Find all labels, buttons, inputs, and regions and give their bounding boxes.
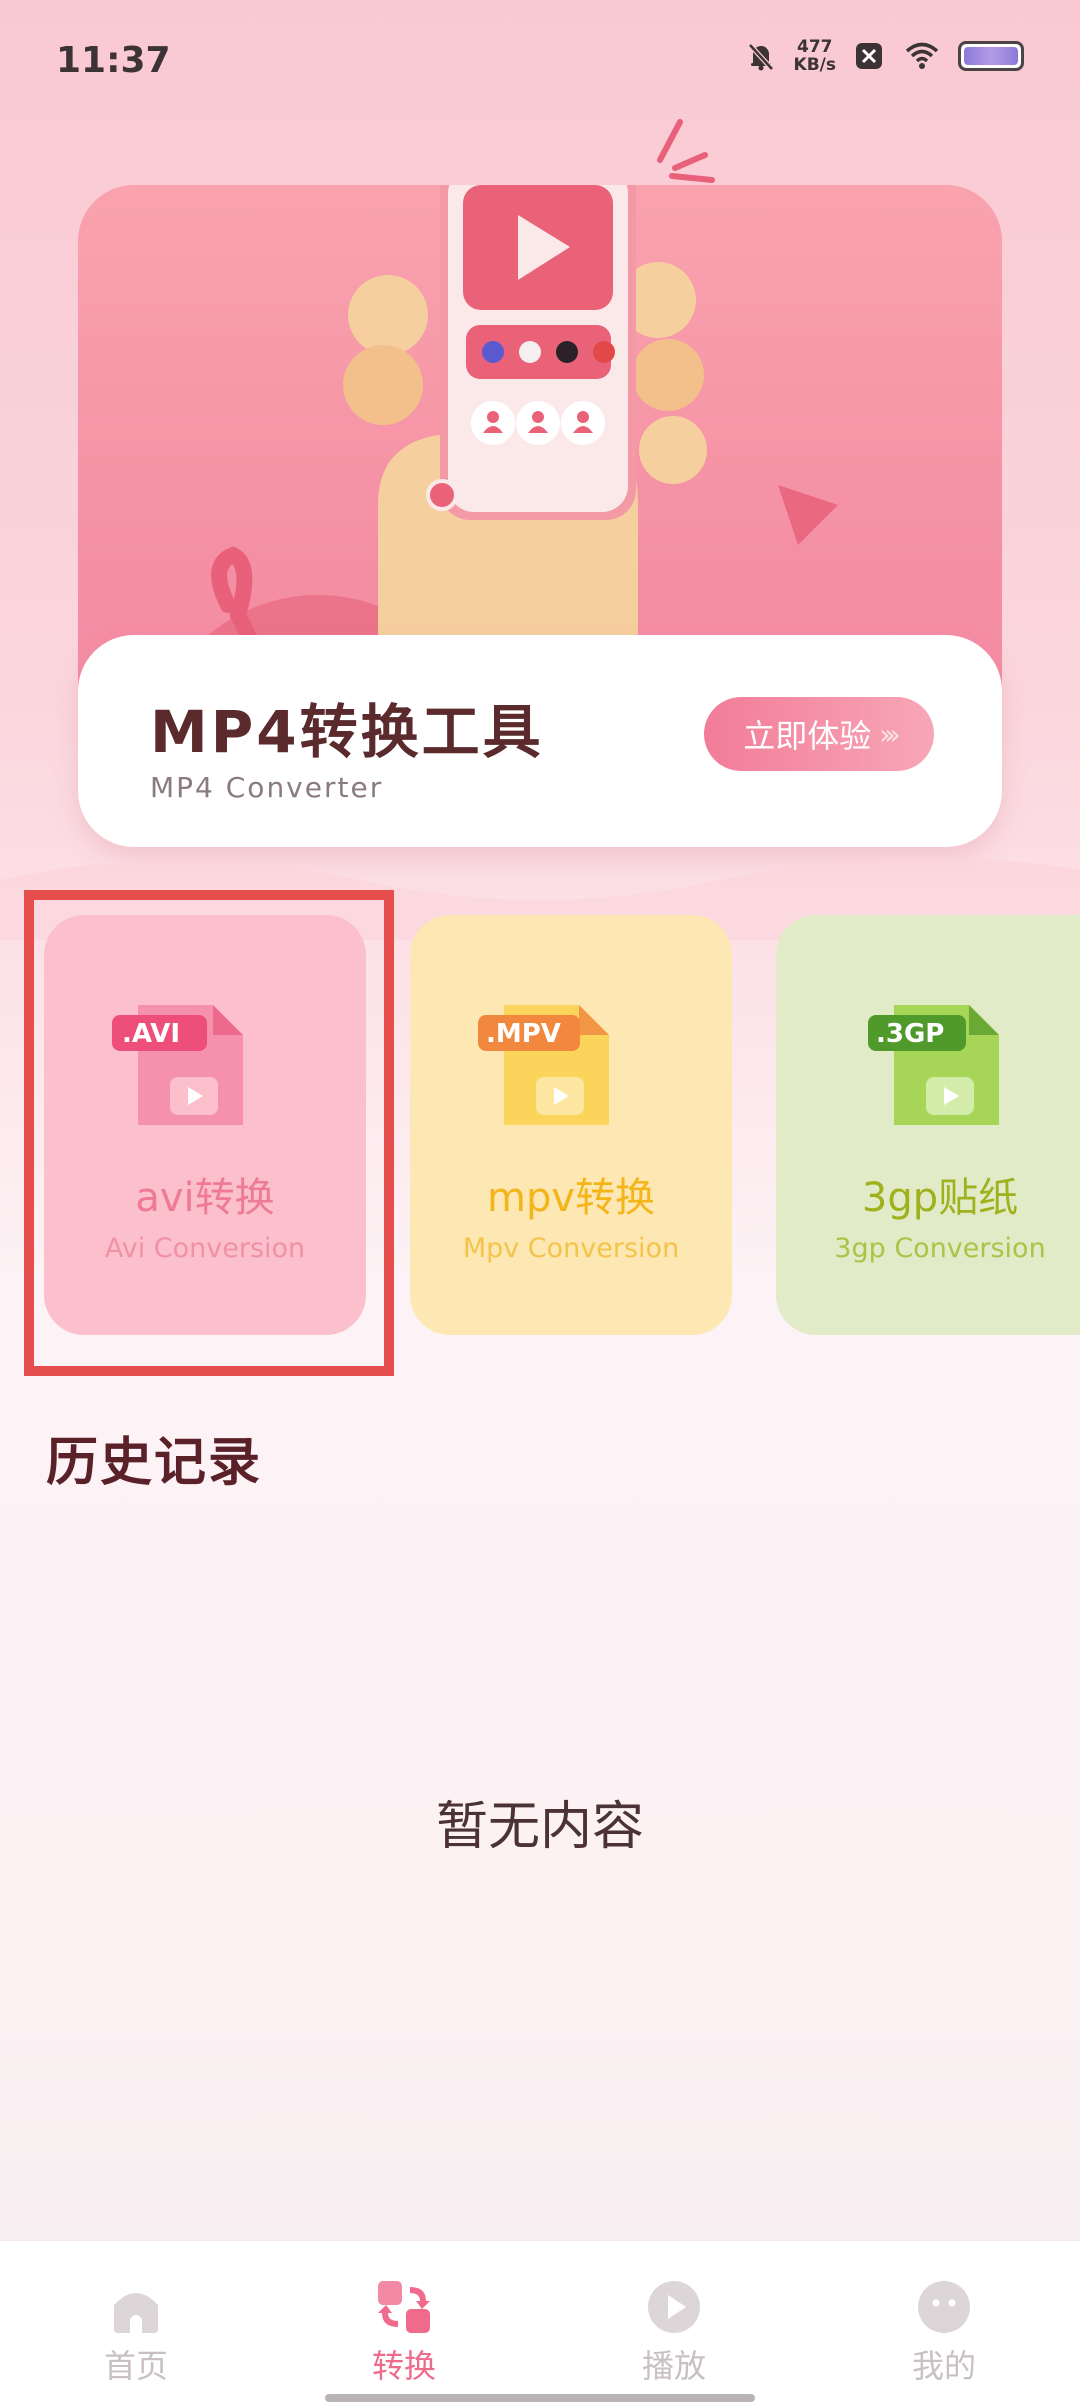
mute-bell-icon — [747, 43, 774, 71]
3gp-badge: .3GP — [876, 1019, 944, 1049]
banner-subtitle: MP4 Converter — [150, 771, 384, 804]
history-title: 历史记录 — [46, 1433, 263, 1493]
battery-icon — [958, 41, 1024, 71]
mpv-card-title: mpv转换 — [486, 1175, 656, 1221]
tab-profile[interactable]: 我的 — [864, 2279, 1024, 2387]
phone-hand-illustration — [168, 185, 838, 685]
network-speed-unit: KB/s — [793, 55, 836, 75]
tab-play-label: 播放 — [641, 2347, 706, 2385]
tab-home-label: 首页 — [103, 2347, 168, 2385]
banner-title: MP4转换工具 — [150, 698, 544, 766]
3gp-card-subtitle: 3gp Conversion — [834, 1233, 1046, 1264]
mpv-file-icon: .MPV — [478, 1005, 609, 1125]
try-now-button[interactable]: 立即体验 ››› — [704, 697, 934, 771]
home-icon — [114, 2293, 158, 2333]
network-speed: 477 KB/s — [794, 38, 836, 74]
try-now-label: 立即体验 — [743, 717, 872, 755]
tab-play[interactable]: 播放 — [594, 2279, 754, 2387]
play-icon — [648, 2281, 700, 2333]
battery-level — [964, 47, 1018, 65]
mpv-badge: .MPV — [486, 1019, 561, 1049]
tab-home[interactable]: 首页 — [56, 2279, 216, 2387]
selection-highlight — [24, 890, 394, 1376]
sparkle-lines-icon — [657, 119, 715, 183]
3gp-card-title: 3gp贴纸 — [861, 1175, 1019, 1221]
status-time: 11:37 — [56, 40, 171, 81]
home-indicator[interactable] — [325, 2394, 755, 2402]
banner-card[interactable]: MP4转换工具 MP4 Converter 立即体验 ››› — [78, 635, 1002, 847]
tab-convert[interactable]: 转换 — [324, 2279, 484, 2387]
close-notification-icon — [856, 43, 882, 69]
mpv-card-subtitle: Mpv Conversion — [462, 1233, 680, 1264]
status-bar: 11:37 477 KB/s — [0, 0, 1080, 120]
tab-profile-label: 我的 — [911, 2347, 976, 2385]
mpv-conversion-card[interactable]: .MPV mpv转换 Mpv Conversion — [410, 915, 732, 1335]
profile-icon — [918, 2281, 970, 2333]
convert-icon — [378, 2281, 430, 2333]
chevrons-right-icon: ››› — [879, 717, 900, 751]
wifi-icon — [905, 42, 939, 69]
network-speed-value: 477 — [797, 37, 833, 57]
3gp-conversion-card[interactable]: .3GP 3gp贴纸 3gp Conversion — [776, 915, 1080, 1335]
status-icons: 477 KB/s — [744, 38, 1024, 74]
bottom-tab-bar: 首页 转换 播放 我的 — [0, 2240, 1080, 2408]
3gp-file-icon: .3GP — [868, 1005, 999, 1125]
history-empty-text: 暂无内容 — [435, 1797, 644, 1857]
tab-convert-label: 转换 — [371, 2347, 436, 2385]
